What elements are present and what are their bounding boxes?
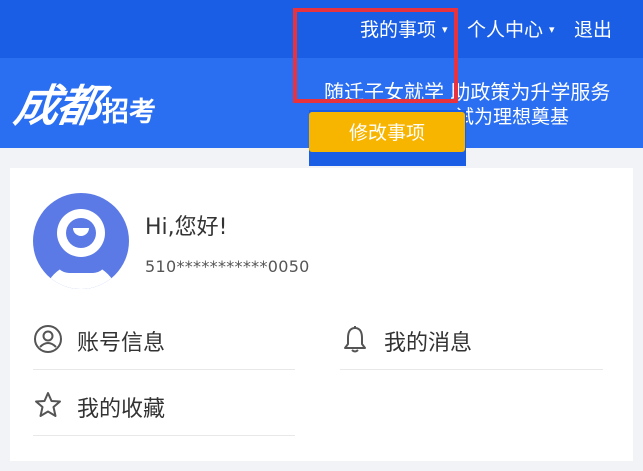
id-number: 510***********0050	[145, 257, 310, 276]
account-info-item[interactable]: 账号信息	[33, 303, 295, 370]
chevron-down-icon: ▾	[442, 23, 448, 36]
bell-icon	[344, 326, 366, 353]
greeting-text: Hi,您好!	[145, 215, 228, 240]
site-logo[interactable]: 成都招考	[11, 70, 156, 134]
modify-matters-button[interactable]: 修改事项	[309, 112, 465, 152]
my-favorites-label: 我的收藏	[77, 397, 166, 422]
nav-personal-center[interactable]: 个人中心 ▾	[467, 18, 555, 42]
account-info-label: 账号信息	[77, 331, 166, 356]
avatar-head	[57, 209, 105, 257]
my-messages-item[interactable]: 我的消息	[340, 303, 603, 370]
my-favorites-item[interactable]: 我的收藏	[33, 369, 295, 436]
logo-main-text: 成都	[10, 81, 104, 132]
logout-link[interactable]: 退出	[574, 18, 612, 42]
slogan-line-1: 随迁子女就学 助政策为升学服务	[324, 80, 611, 104]
nav-personal-center-label: 个人中心	[467, 19, 544, 41]
avatar[interactable]	[33, 193, 129, 289]
top-nav-bar: 我的事项 ▾ 个人中心 ▾ 退出	[0, 0, 643, 58]
user-circle-icon	[34, 325, 62, 353]
my-messages-label: 我的消息	[384, 331, 473, 356]
nav-my-matters-label: 我的事项	[360, 19, 437, 41]
slogan-line-2: 试为理想奠基	[455, 106, 570, 128]
logo-sub-text: 招考	[102, 97, 156, 128]
chevron-down-icon: ▾	[549, 23, 555, 36]
star-icon	[35, 392, 61, 417]
nav-my-matters[interactable]: 我的事项 ▾	[360, 18, 448, 42]
